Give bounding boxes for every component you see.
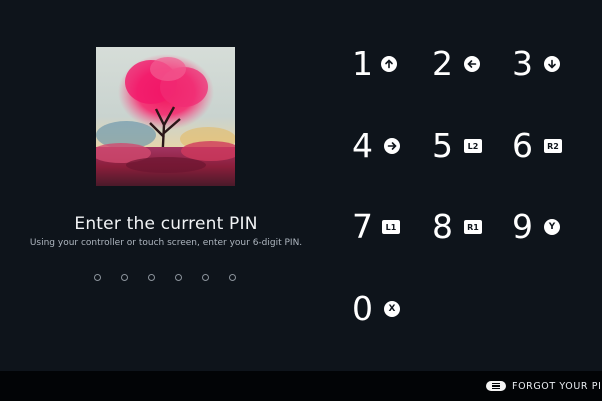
pin-slot [121, 274, 128, 281]
x-button-icon: X [384, 301, 400, 317]
r1-button-icon: R1 [464, 220, 482, 234]
key-digit: 0 [352, 289, 373, 328]
key-digit: 1 [352, 44, 373, 83]
pin-prompt-title: Enter the current PIN [74, 214, 258, 234]
keypad-key-7[interactable]: 7 L1 [352, 207, 407, 247]
keypad-key-8[interactable]: 8 R1 [432, 207, 487, 247]
l2-button-icon: L2 [464, 139, 482, 153]
lock-screen-artwork [96, 47, 235, 186]
pin-slot [202, 274, 209, 281]
pin-slot [148, 274, 155, 281]
l1-button-icon: L1 [382, 220, 400, 234]
keypad-key-4[interactable]: 4 [352, 126, 402, 166]
key-digit: 4 [352, 126, 373, 165]
pin-prompt-subtitle: Using your controller or touch screen, e… [29, 238, 303, 248]
key-digit: 5 [432, 126, 453, 165]
key-digit: 8 [432, 207, 453, 246]
dpad-left-icon [464, 56, 480, 72]
pin-slot [94, 274, 101, 281]
keypad-key-3[interactable]: 3 [512, 44, 562, 84]
keypad-key-5[interactable]: 5 L2 [432, 126, 487, 166]
pin-slot [229, 274, 236, 281]
key-digit: 9 [512, 207, 533, 246]
keypad-key-0[interactable]: 0 X [352, 289, 402, 329]
dpad-right-icon [384, 138, 400, 154]
y-button-icon: Y [544, 219, 560, 235]
forgot-pin-label: FORGOT YOUR PIN? [512, 380, 602, 392]
keypad-key-6[interactable]: 6 R2 [512, 126, 567, 166]
key-digit: 6 [512, 126, 533, 165]
key-digit: 3 [512, 44, 533, 83]
menu-button-icon [486, 381, 506, 391]
key-digit: 2 [432, 44, 453, 83]
r2-button-icon: R2 [544, 139, 562, 153]
dpad-down-icon [544, 56, 560, 72]
pin-entry-indicator [93, 274, 243, 284]
key-digit: 7 [352, 207, 373, 246]
keypad-key-1[interactable]: 1 [352, 44, 402, 84]
dpad-up-icon [381, 56, 397, 72]
keypad-key-9[interactable]: 9 Y [512, 207, 567, 247]
forgot-pin-button[interactable]: FORGOT YOUR PIN? [486, 378, 602, 394]
pin-slot [175, 274, 182, 281]
keypad-key-2[interactable]: 2 [432, 44, 482, 84]
